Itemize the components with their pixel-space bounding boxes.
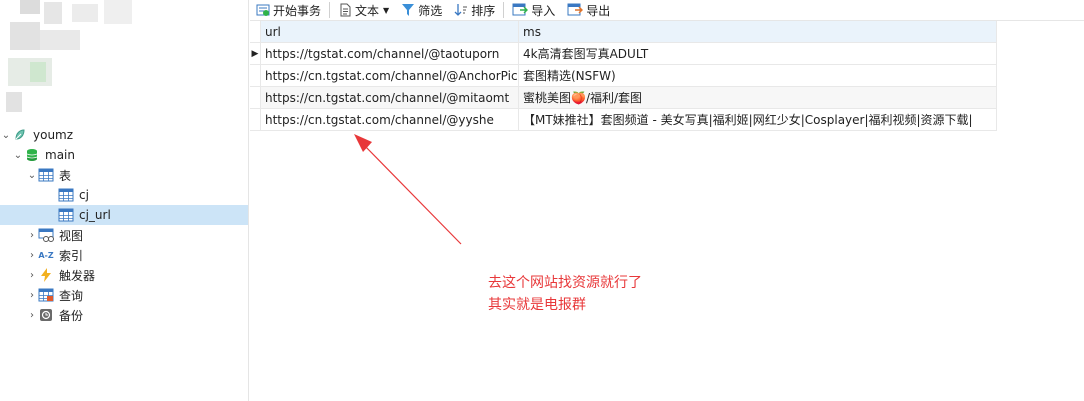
annotation-note: 去这个网站找资源就行了 其实就是电报群 (488, 272, 642, 316)
annotation-arrow (354, 134, 462, 245)
annotation-line-2: 其实就是电报群 (488, 297, 586, 313)
annotation-line-1: 去这个网站找资源就行了 (488, 275, 642, 291)
